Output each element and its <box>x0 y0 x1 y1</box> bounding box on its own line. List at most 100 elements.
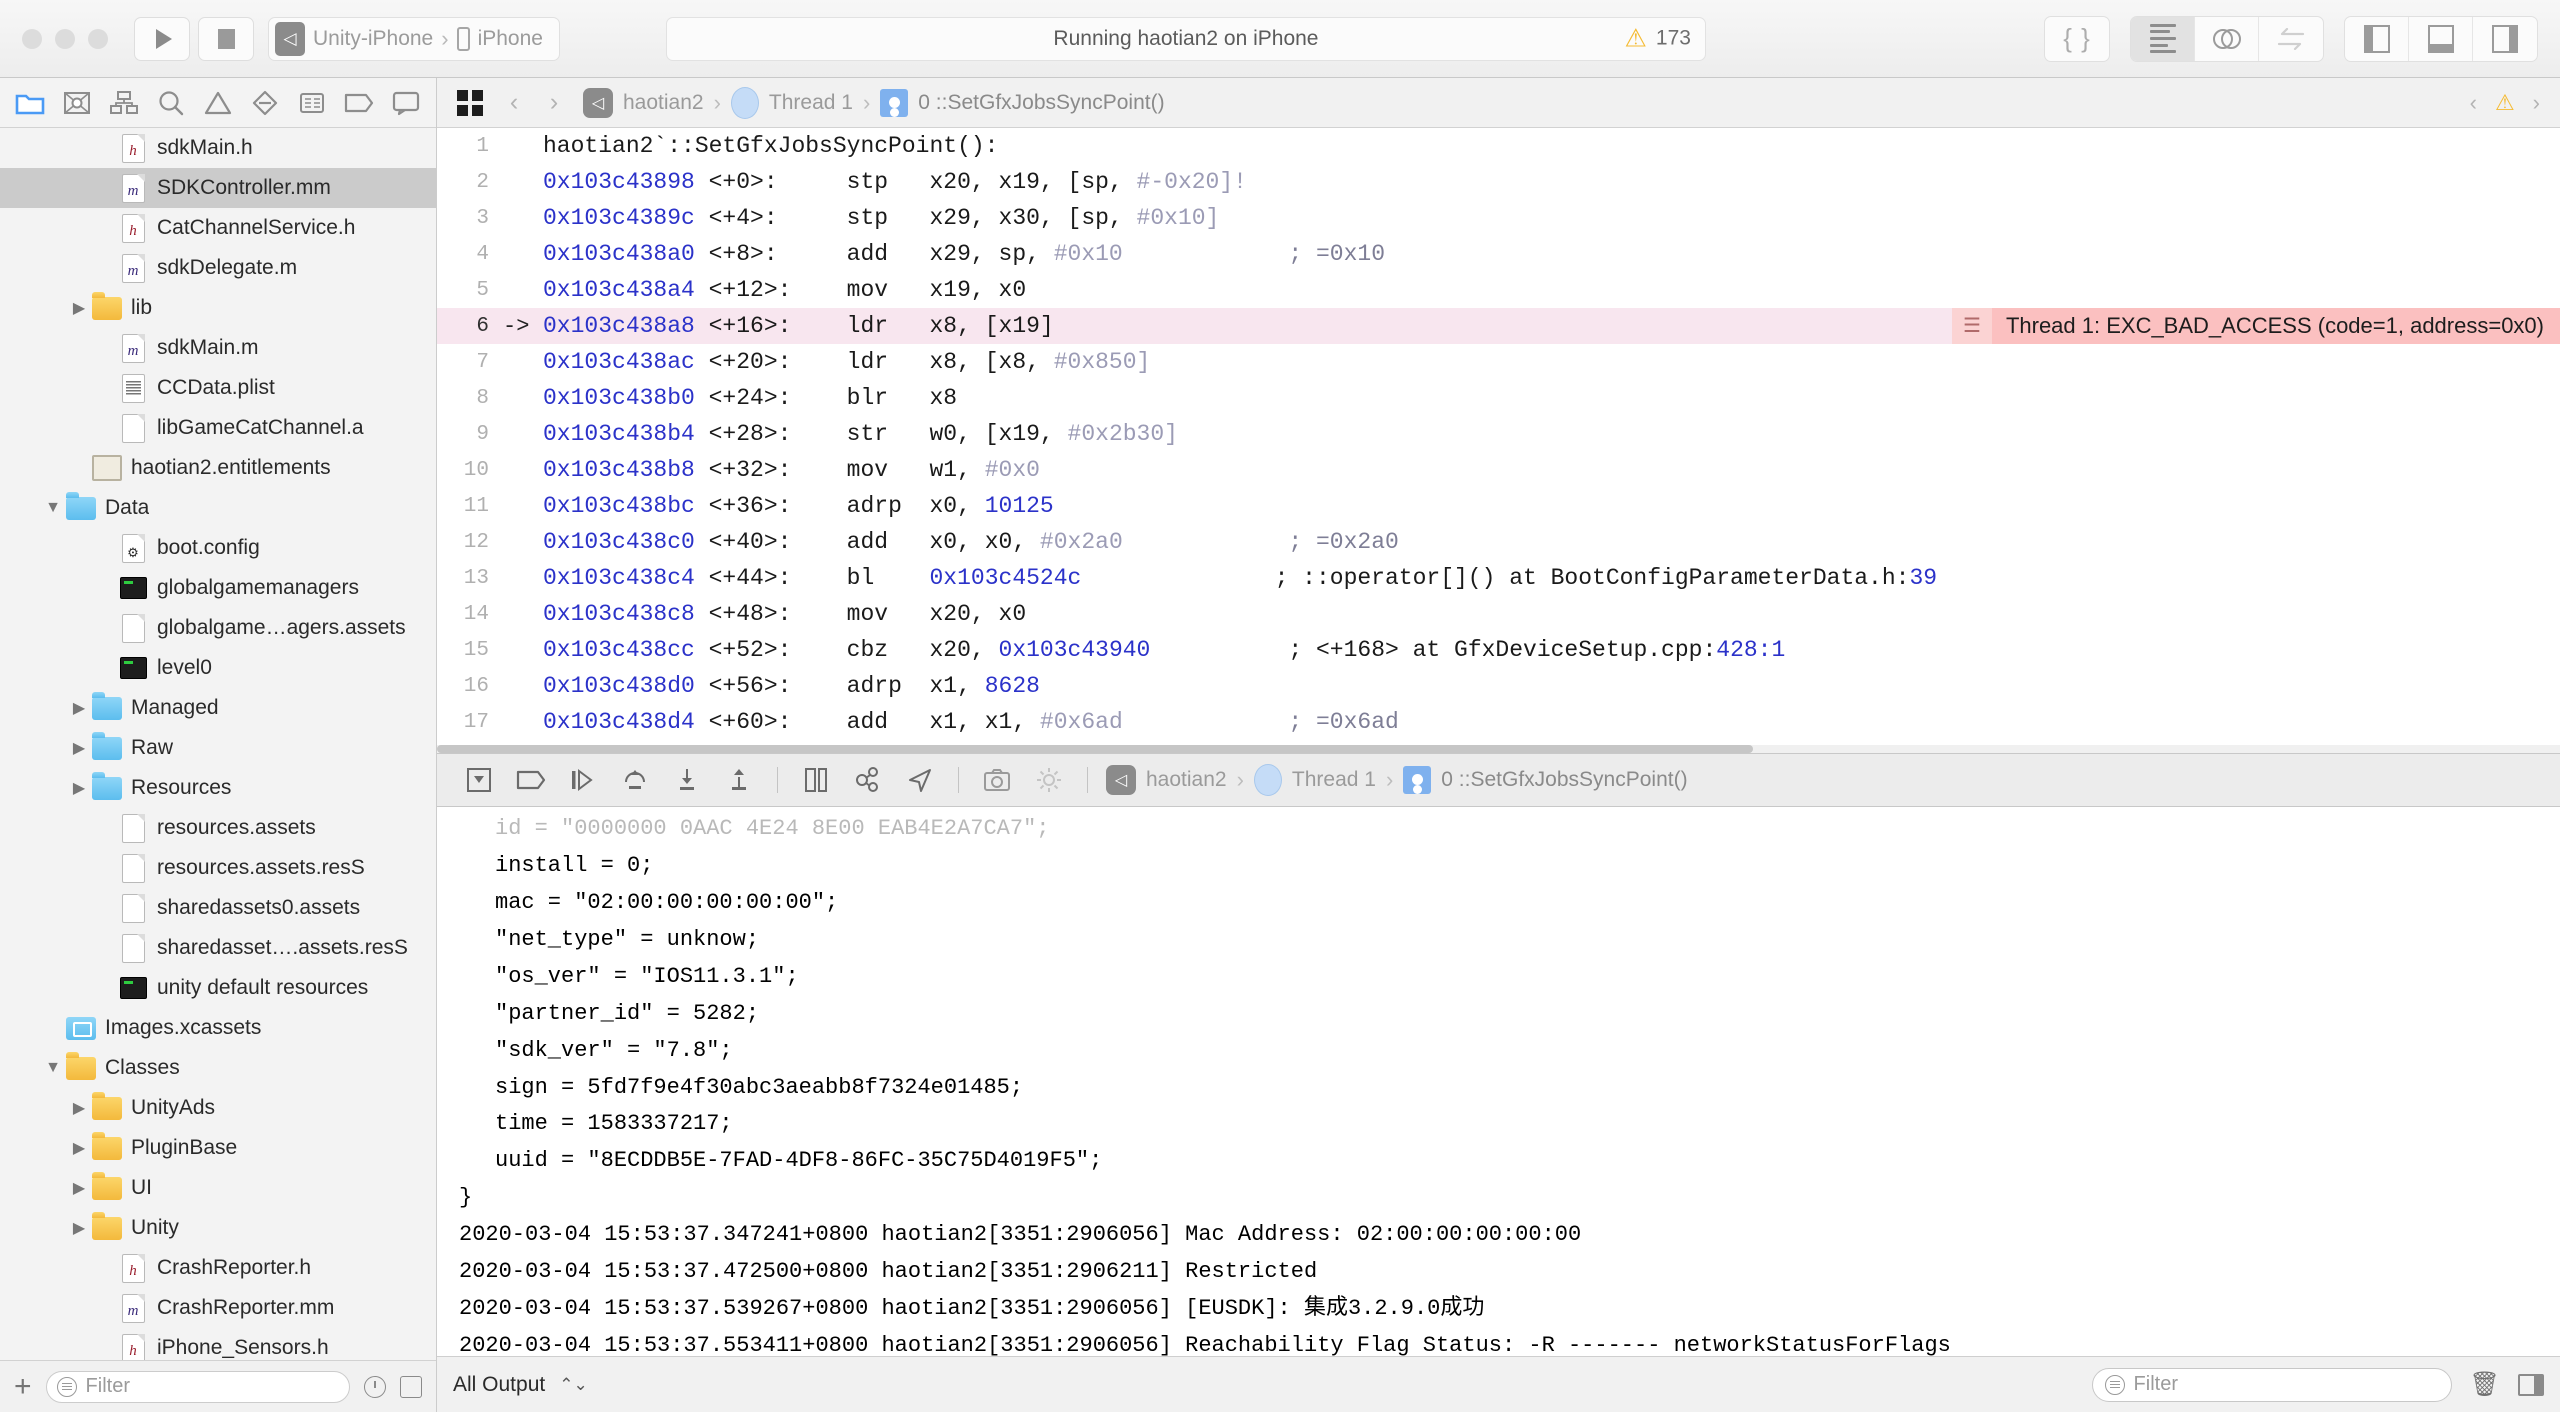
step-out-button[interactable] <box>713 758 765 802</box>
screenshot-button[interactable] <box>971 758 1023 802</box>
assistant-editor-button[interactable] <box>2195 16 2259 61</box>
hide-debug-area-button[interactable] <box>453 758 505 802</box>
file-row[interactable]: ▶ CCData.plist <box>0 368 436 408</box>
disclosure-closed-icon[interactable]: ▶ <box>66 698 92 718</box>
back-button[interactable]: ‹ <box>497 88 531 117</box>
code-line[interactable]: 3 0x103c4389c <+4>: stp x29, x30, [sp, #0… <box>437 200 2560 236</box>
disclosure-closed-icon[interactable]: ▶ <box>66 298 92 318</box>
file-row[interactable]: ▶m sdkMain.m <box>0 328 436 368</box>
clear-console-button[interactable]: 🗑 <box>2470 1370 2500 1399</box>
activate-breakpoints-button[interactable] <box>505 758 557 802</box>
file-row[interactable]: ▶m SDKController.mm <box>0 168 436 208</box>
file-row[interactable]: ▶⚙ boot.config <box>0 528 436 568</box>
file-row[interactable]: ▶ Raw <box>0 728 436 768</box>
sidebar-tab-issues[interactable] <box>194 81 241 125</box>
file-row[interactable]: ▶ Images.xcassets <box>0 1008 436 1048</box>
step-into-button[interactable] <box>661 758 713 802</box>
assembly-editor[interactable]: 1 haotian2`::SetGfxJobsSyncPoint(): 2 0x103… <box>437 128 2560 753</box>
sidebar-tab-test[interactable] <box>241 81 288 125</box>
file-row[interactable]: ▶ globalgamemanagers <box>0 568 436 608</box>
code-line[interactable]: 8 0x103c438b0 <+24>: blr x8 <box>437 380 2560 416</box>
file-row[interactable]: ▶ haotian2.entitlements <box>0 448 436 488</box>
disclosure-closed-icon[interactable]: ▶ <box>92 978 118 998</box>
code-line[interactable]: 2 0x103c43898 <+0>: stp x20, x19, [sp, #-… <box>437 164 2560 200</box>
disclosure-open-icon[interactable]: ▼ <box>40 1059 66 1077</box>
disclosure-closed-icon[interactable]: ▶ <box>66 1098 92 1118</box>
continue-button[interactable] <box>557 758 609 802</box>
scheme-selector[interactable]: ◁ Unity-iPhone › iPhone <box>268 16 560 61</box>
breadcrumb-thread[interactable]: Thread 1 <box>769 91 853 115</box>
disclosure-closed-icon[interactable]: ▶ <box>92 658 118 678</box>
disclosure-closed-icon[interactable]: ▶ <box>66 738 92 758</box>
disclosure-closed-icon[interactable]: ▶ <box>92 818 118 838</box>
disclosure-closed-icon[interactable]: ▶ <box>92 1338 118 1358</box>
disclosure-closed-icon[interactable]: ▶ <box>92 1258 118 1278</box>
related-items-icon[interactable] <box>449 88 491 118</box>
warning-triangle-icon[interactable]: ⚠ <box>2495 90 2515 116</box>
sidebar-tab-breakpoint[interactable] <box>335 81 382 125</box>
step-over-button[interactable] <box>609 758 661 802</box>
minimize-button[interactable] <box>55 28 75 49</box>
disclosure-closed-icon[interactable]: ▶ <box>92 378 118 398</box>
file-row[interactable]: ▼ Data <box>0 488 436 528</box>
output-filter-label[interactable]: All Output <box>453 1373 545 1397</box>
file-row[interactable]: ▶m CrashReporter.mm <box>0 1288 436 1328</box>
environment-overrides-button[interactable] <box>1023 758 1075 802</box>
code-line[interactable]: 17 0x103c438d4 <+60>: add x1, x1, #0x6ad … <box>437 704 2560 740</box>
disclosure-closed-icon[interactable]: ▶ <box>92 1298 118 1318</box>
memory-graph-button[interactable] <box>842 758 894 802</box>
disclosure-closed-icon[interactable]: ▶ <box>40 1018 66 1038</box>
runtime-issue-banner[interactable]: ☰ Thread 1: EXC_BAD_ACCESS (code=1, addre… <box>1951 308 2560 344</box>
disclosure-closed-icon[interactable]: ▶ <box>66 1138 92 1158</box>
toggle-navigator-button[interactable] <box>2345 16 2409 61</box>
code-line[interactable]: 14 0x103c438c8 <+48>: mov x20, x0 <box>437 596 2560 632</box>
disclosure-closed-icon[interactable]: ▶ <box>92 138 118 158</box>
issue-grip-icon[interactable]: ☰ <box>1951 308 1992 344</box>
debug-breadcrumb-thread[interactable]: Thread 1 <box>1292 768 1376 792</box>
file-row[interactable]: ▶m sdkDelegate.m <box>0 248 436 288</box>
disclosure-closed-icon[interactable]: ▶ <box>66 1178 92 1198</box>
view-hierarchy-button[interactable] <box>790 758 842 802</box>
split-console-button[interactable] <box>2518 1373 2544 1396</box>
sidebar-tab-project[interactable] <box>6 81 53 125</box>
toggle-inspector-button[interactable] <box>2473 17 2537 61</box>
code-line[interactable]: 6 -> 0x103c438a8 <+16>: ldr x8, [x19] ☰ Thre… <box>437 308 2560 344</box>
code-line[interactable]: 13 0x103c438c4 <+44>: bl 0x103c4524c ; ::… <box>437 560 2560 596</box>
debug-breadcrumb-project[interactable]: haotian2 <box>1146 768 1227 792</box>
disclosure-closed-icon[interactable]: ▶ <box>92 418 118 438</box>
file-row[interactable]: ▶ Managed <box>0 688 436 728</box>
sidebar-tab-symbol[interactable] <box>100 81 147 125</box>
code-line[interactable]: 15 0x103c438cc <+52>: cbz x20, 0x103c4394… <box>437 632 2560 668</box>
file-row[interactable]: ▶h CrashReporter.h <box>0 1248 436 1288</box>
project-file-list[interactable]: ▶hsdkMain.h▶mSDKController.mm▶hCatChanne… <box>0 128 436 1360</box>
sidebar-tab-debug[interactable] <box>288 81 335 125</box>
disclosure-closed-icon[interactable]: ▶ <box>92 218 118 238</box>
disclosure-closed-icon[interactable]: ▶ <box>66 1218 92 1238</box>
file-row[interactable]: ▶ sharedassets0.assets <box>0 888 436 928</box>
disclosure-closed-icon[interactable]: ▶ <box>92 338 118 358</box>
file-row[interactable]: ▶ UI <box>0 1168 436 1208</box>
code-line[interactable]: 5 0x103c438a4 <+12>: mov x19, x0 <box>437 272 2560 308</box>
code-line[interactable]: 1 haotian2`::SetGfxJobsSyncPoint(): <box>437 128 2560 164</box>
braces-button[interactable]: { } <box>2045 17 2109 61</box>
file-row[interactable]: ▶ UnityAds <box>0 1088 436 1128</box>
file-row[interactable]: ▶ resources.assets <box>0 808 436 848</box>
sidebar-tab-search[interactable] <box>147 81 194 125</box>
sidebar-tab-report[interactable] <box>382 81 429 125</box>
issue-counter[interactable]: ⚠ 173 <box>1624 26 1690 51</box>
debug-breadcrumb-frame[interactable]: 0 ::SetGfxJobsSyncPoint() <box>1441 768 1687 792</box>
recent-files-icon[interactable] <box>364 1375 386 1398</box>
file-row[interactable]: ▶ PluginBase <box>0 1128 436 1168</box>
next-issue-icon[interactable]: › <box>2533 90 2540 116</box>
disclosure-closed-icon[interactable]: ▶ <box>92 938 118 958</box>
code-line[interactable]: 7 0x103c438ac <+20>: ldr x8, [x8, #0x850] <box>437 344 2560 380</box>
file-row[interactable]: ▶ unity default resources <box>0 968 436 1008</box>
add-file-button[interactable]: + <box>14 1371 32 1402</box>
file-row[interactable]: ▶ Unity <box>0 1208 436 1248</box>
forward-button[interactable]: › <box>537 88 571 117</box>
breadcrumb-frame[interactable]: 0 ::SetGfxJobsSyncPoint() <box>918 91 1164 115</box>
disclosure-closed-icon[interactable]: ▶ <box>92 538 118 558</box>
stop-button[interactable] <box>198 16 254 61</box>
sidebar-tab-source-control[interactable] <box>53 81 100 125</box>
close-button[interactable] <box>22 28 42 49</box>
